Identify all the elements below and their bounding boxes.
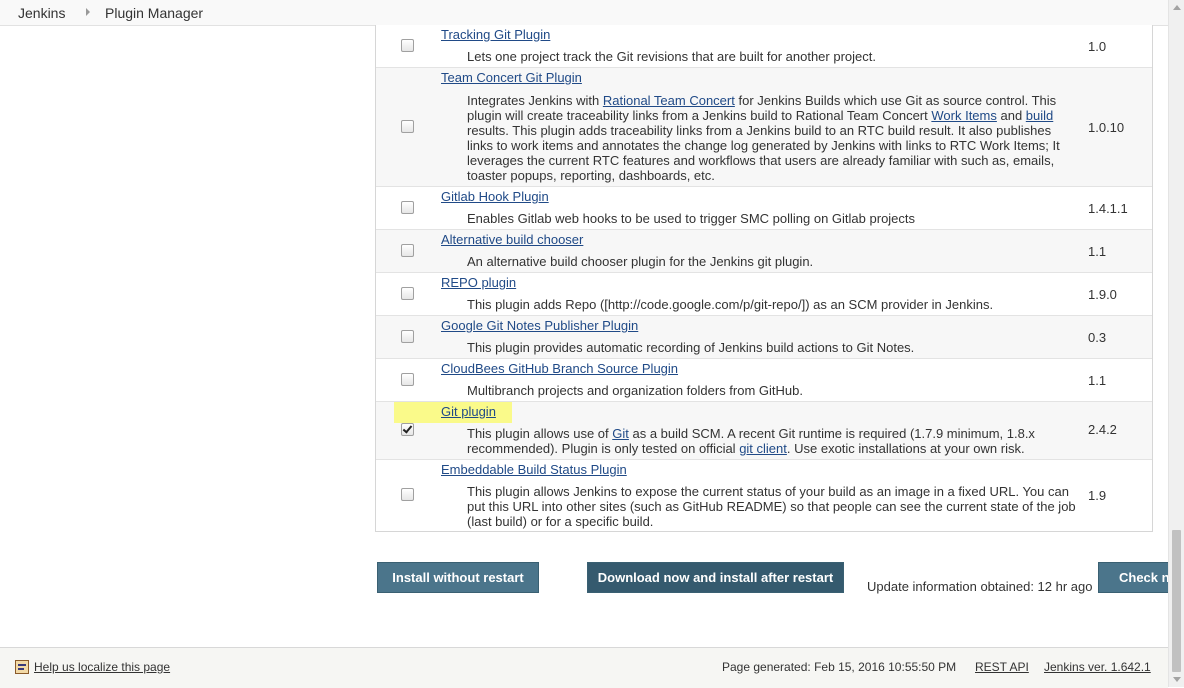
breadcrumb-separator-icon (86, 8, 90, 16)
description-text: This plugin provides automatic recording… (467, 340, 915, 355)
footer: Help us localize this page Page generate… (0, 647, 1168, 688)
table-row: REPO plugin This plugin adds Repo ([http… (376, 273, 1152, 316)
description-text: . Use exotic installations at your own r… (786, 441, 1025, 456)
install-without-restart-button[interactable]: Install without restart (377, 562, 539, 593)
plugin-description: This plugin allows use of Git as a build… (467, 426, 1079, 456)
description-text: This plugin allows Jenkins to expose the… (467, 484, 1076, 529)
table-row: Google Git Notes Publisher Plugin This p… (376, 316, 1152, 359)
table-row: Tracking Git Plugin Lets one project tra… (376, 25, 1152, 68)
plugin-name-link[interactable]: Git plugin (441, 404, 496, 420)
plugin-name-link[interactable]: Embeddable Build Status Plugin (441, 462, 627, 478)
plugin-name-link[interactable]: REPO plugin (441, 275, 516, 291)
description-text: and (996, 108, 1026, 123)
table-row: Gitlab Hook Plugin Enables Gitlab web ho… (376, 187, 1152, 230)
plugin-name-link[interactable]: Tracking Git Plugin (441, 27, 550, 43)
scroll-down-icon[interactable] (1173, 677, 1181, 682)
plugin-checkbox[interactable] (401, 39, 414, 52)
plugin-description: Lets one project track the Git revisions… (467, 49, 1079, 64)
description-text: Integrates Jenkins with (467, 93, 603, 108)
plugin-version: 1.0 (1088, 39, 1107, 54)
description-text: results. This plugin adds traceability l… (467, 123, 1060, 183)
plugin-checkbox[interactable] (401, 287, 414, 300)
plugin-description: An alternative build chooser plugin for … (467, 254, 1079, 269)
check-now-button[interactable]: Check now (1098, 562, 1168, 593)
plugin-name-link[interactable]: CloudBees GitHub Branch Source Plugin (441, 361, 678, 377)
plugin-version: 2.4.2 (1088, 422, 1117, 437)
plugin-checkbox[interactable] (401, 330, 414, 343)
scroll-up-icon[interactable] (1173, 5, 1181, 10)
plugin-version: 1.0.10 (1088, 120, 1125, 135)
plugin-version: 1.1 (1088, 373, 1107, 388)
plugin-description: Multibranch projects and organization fo… (467, 383, 1079, 398)
plugin-checkbox[interactable] (401, 201, 414, 214)
description-text: Enables Gitlab web hooks to be used to t… (467, 211, 916, 226)
plugin-version: 1.4.1.1 (1088, 201, 1128, 216)
table-row: Git plugin This plugin allows use of Git… (376, 402, 1152, 460)
breadcrumb-plugin-manager[interactable]: Plugin Manager (105, 5, 203, 21)
description-text: Lets one project track the Git revisions… (467, 49, 876, 64)
table-row: Team Concert Git Plugin Integrates Jenki… (376, 68, 1152, 187)
table-row: Embeddable Build Status Plugin This plug… (376, 460, 1152, 531)
plugin-checkbox[interactable] (401, 488, 414, 501)
plugin-description: This plugin adds Repo ([http://code.goog… (467, 297, 1079, 312)
git-client-link[interactable]: git client (739, 441, 787, 456)
description-text: This plugin adds Repo ([http://code.goog… (467, 297, 994, 312)
plugin-name-link[interactable]: Team Concert Git Plugin (441, 70, 582, 86)
build-link[interactable]: build (1026, 108, 1053, 123)
plugin-version: 1.9.0 (1088, 287, 1117, 302)
table-row: Alternative build chooser An alternative… (376, 230, 1152, 273)
jenkins-version-link[interactable]: Jenkins ver. 1.642.1 (1044, 660, 1151, 674)
description-text: Multibranch projects and organization fo… (467, 383, 803, 398)
plugin-name-link[interactable]: Alternative build chooser (441, 232, 583, 248)
plugin-description: Integrates Jenkins with Rational Team Co… (467, 93, 1079, 183)
download-and-install-button[interactable]: Download now and install after restart (587, 562, 844, 593)
localize-link[interactable]: Help us localize this page (34, 660, 170, 674)
description-text: This plugin allows use of (467, 426, 613, 441)
update-info-text: Update information obtained: 12 hr ago (867, 579, 1093, 594)
plugin-version: 0.3 (1088, 330, 1107, 345)
vertical-scrollbar[interactable] (1168, 0, 1184, 687)
check-now-clip: Check now (1098, 562, 1168, 593)
plugin-name-link[interactable]: Google Git Notes Publisher Plugin (441, 318, 638, 334)
available-plugins-table: Tracking Git Plugin Lets one project tra… (375, 25, 1153, 532)
git-link[interactable]: Git (612, 426, 629, 441)
rest-api-link[interactable]: REST API (975, 660, 1029, 674)
plugin-description: This plugin provides automatic recording… (467, 340, 1079, 355)
scroll-thumb[interactable] (1172, 530, 1181, 672)
page-generated-text: Page generated: Feb 15, 2016 10:55:50 PM (722, 660, 957, 674)
plugin-version: 1.1 (1088, 244, 1107, 259)
plugin-checkbox[interactable] (401, 120, 414, 133)
breadcrumb-jenkins[interactable]: Jenkins (18, 5, 65, 21)
plugin-description: Enables Gitlab web hooks to be used to t… (467, 211, 1079, 226)
rational-team-concert-link[interactable]: Rational Team Concert (603, 93, 735, 108)
plugin-checkbox-checked[interactable] (401, 423, 414, 436)
plugin-checkbox[interactable] (401, 373, 414, 386)
plugin-description: This plugin allows Jenkins to expose the… (467, 484, 1079, 529)
plugin-version: 1.9 (1088, 488, 1107, 503)
work-items-link[interactable]: Work Items (931, 108, 997, 123)
description-text: An alternative build chooser plugin for … (467, 254, 814, 269)
plugin-name-link[interactable]: Gitlab Hook Plugin (441, 189, 549, 205)
table-row: CloudBees GitHub Branch Source Plugin Mu… (376, 359, 1152, 402)
localize-icon (15, 660, 29, 674)
breadcrumb: Jenkins Plugin Manager (0, 0, 1168, 26)
plugin-checkbox[interactable] (401, 244, 414, 257)
